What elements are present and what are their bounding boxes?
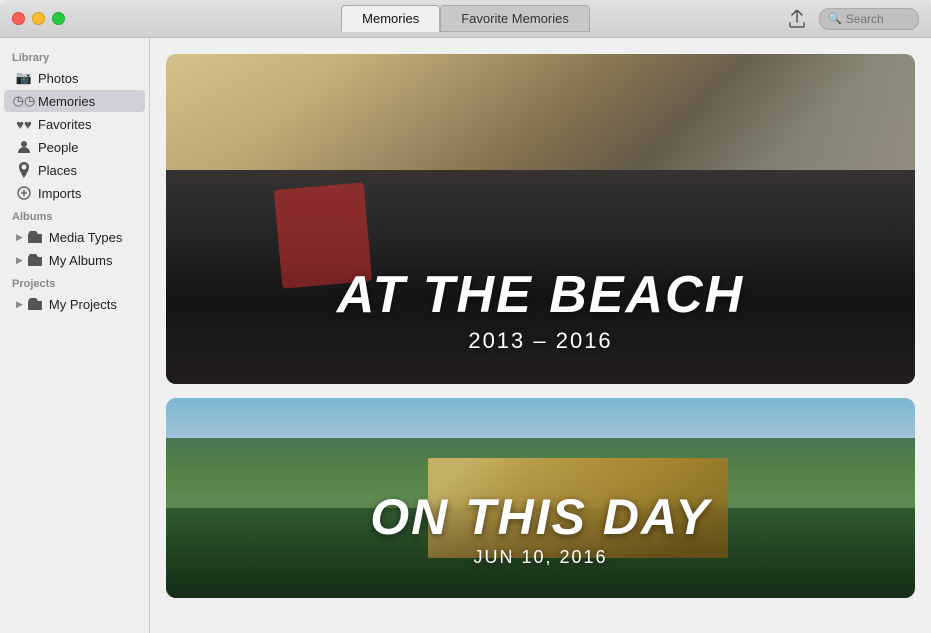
sidebar-places-label: Places bbox=[38, 163, 77, 178]
albums-section-label: Albums bbox=[0, 205, 149, 225]
sidebar-photos-label: Photos bbox=[38, 71, 78, 86]
on-this-day-card-subtitle: JUN 10, 2016 bbox=[473, 547, 607, 568]
main-area: Library Photos ◷ Memories ♥ Favorites Pe… bbox=[0, 38, 931, 633]
sidebar: Library Photos ◷ Memories ♥ Favorites Pe… bbox=[0, 38, 150, 633]
heart-icon: ♥ bbox=[16, 116, 32, 132]
content-area: AT THE BEACH 2013 – 2016 ON THIS DAY JUN… bbox=[150, 38, 931, 633]
memories-icon: ◷ bbox=[16, 93, 32, 109]
sidebar-item-my-projects[interactable]: ▶ My Projects bbox=[4, 293, 145, 315]
on-this-day-card-title: ON THIS DAY bbox=[370, 490, 711, 545]
title-bar: Memories Favorite Memories 🔍 bbox=[0, 0, 931, 38]
sidebar-item-imports[interactable]: Imports bbox=[4, 182, 145, 204]
beach-card-subtitle: 2013 – 2016 bbox=[468, 328, 612, 354]
my-albums-icon bbox=[27, 252, 43, 268]
sidebar-favorites-label: Favorites bbox=[38, 117, 91, 132]
sidebar-item-my-albums[interactable]: ▶ My Albums bbox=[4, 249, 145, 271]
import-icon bbox=[16, 185, 32, 201]
sidebar-my-albums-label: My Albums bbox=[49, 253, 113, 268]
title-bar-actions: 🔍 bbox=[783, 7, 919, 31]
search-icon: 🔍 bbox=[828, 12, 842, 25]
sidebar-item-photos[interactable]: Photos bbox=[4, 67, 145, 89]
maximize-button[interactable] bbox=[52, 12, 65, 25]
beach-card-overlay: AT THE BEACH 2013 – 2016 bbox=[166, 54, 915, 384]
sidebar-item-places[interactable]: Places bbox=[4, 159, 145, 181]
minimize-button[interactable] bbox=[32, 12, 45, 25]
tab-group: Memories Favorite Memories bbox=[341, 5, 590, 32]
close-button[interactable] bbox=[12, 12, 25, 25]
memory-card-on-this-day[interactable]: ON THIS DAY JUN 10, 2016 bbox=[166, 398, 915, 598]
sidebar-item-people[interactable]: People bbox=[4, 136, 145, 158]
sidebar-people-label: People bbox=[38, 140, 78, 155]
memory-card-beach[interactable]: AT THE BEACH 2013 – 2016 bbox=[166, 54, 915, 384]
tab-memories[interactable]: Memories bbox=[341, 5, 440, 32]
sidebar-memories-label: Memories bbox=[38, 94, 95, 109]
sidebar-item-favorites[interactable]: ♥ Favorites bbox=[4, 113, 145, 135]
search-box[interactable]: 🔍 bbox=[819, 8, 919, 30]
sidebar-imports-label: Imports bbox=[38, 186, 81, 201]
beach-card-title: AT THE BEACH bbox=[337, 267, 744, 324]
library-section-label: Library bbox=[0, 46, 149, 66]
tab-favorite-memories[interactable]: Favorite Memories bbox=[440, 5, 590, 32]
expand-arrow-my-projects: ▶ bbox=[16, 299, 23, 310]
on-this-day-card-overlay: ON THIS DAY JUN 10, 2016 bbox=[166, 398, 915, 598]
traffic-lights bbox=[12, 12, 65, 25]
search-input[interactable] bbox=[846, 12, 916, 26]
sidebar-my-projects-label: My Projects bbox=[49, 297, 117, 312]
person-icon bbox=[16, 139, 32, 155]
sidebar-item-memories[interactable]: ◷ Memories bbox=[4, 90, 145, 112]
expand-arrow-media-types: ▶ bbox=[16, 232, 23, 243]
photo-icon bbox=[16, 70, 32, 86]
projects-section-label: Projects bbox=[0, 272, 149, 292]
expand-arrow-my-albums: ▶ bbox=[16, 255, 23, 266]
sidebar-item-media-types[interactable]: ▶ Media Types bbox=[4, 226, 145, 248]
my-projects-icon bbox=[27, 296, 43, 312]
share-button[interactable] bbox=[783, 7, 811, 31]
pin-icon bbox=[16, 162, 32, 178]
sidebar-media-types-label: Media Types bbox=[49, 230, 122, 245]
media-types-icon bbox=[27, 229, 43, 245]
